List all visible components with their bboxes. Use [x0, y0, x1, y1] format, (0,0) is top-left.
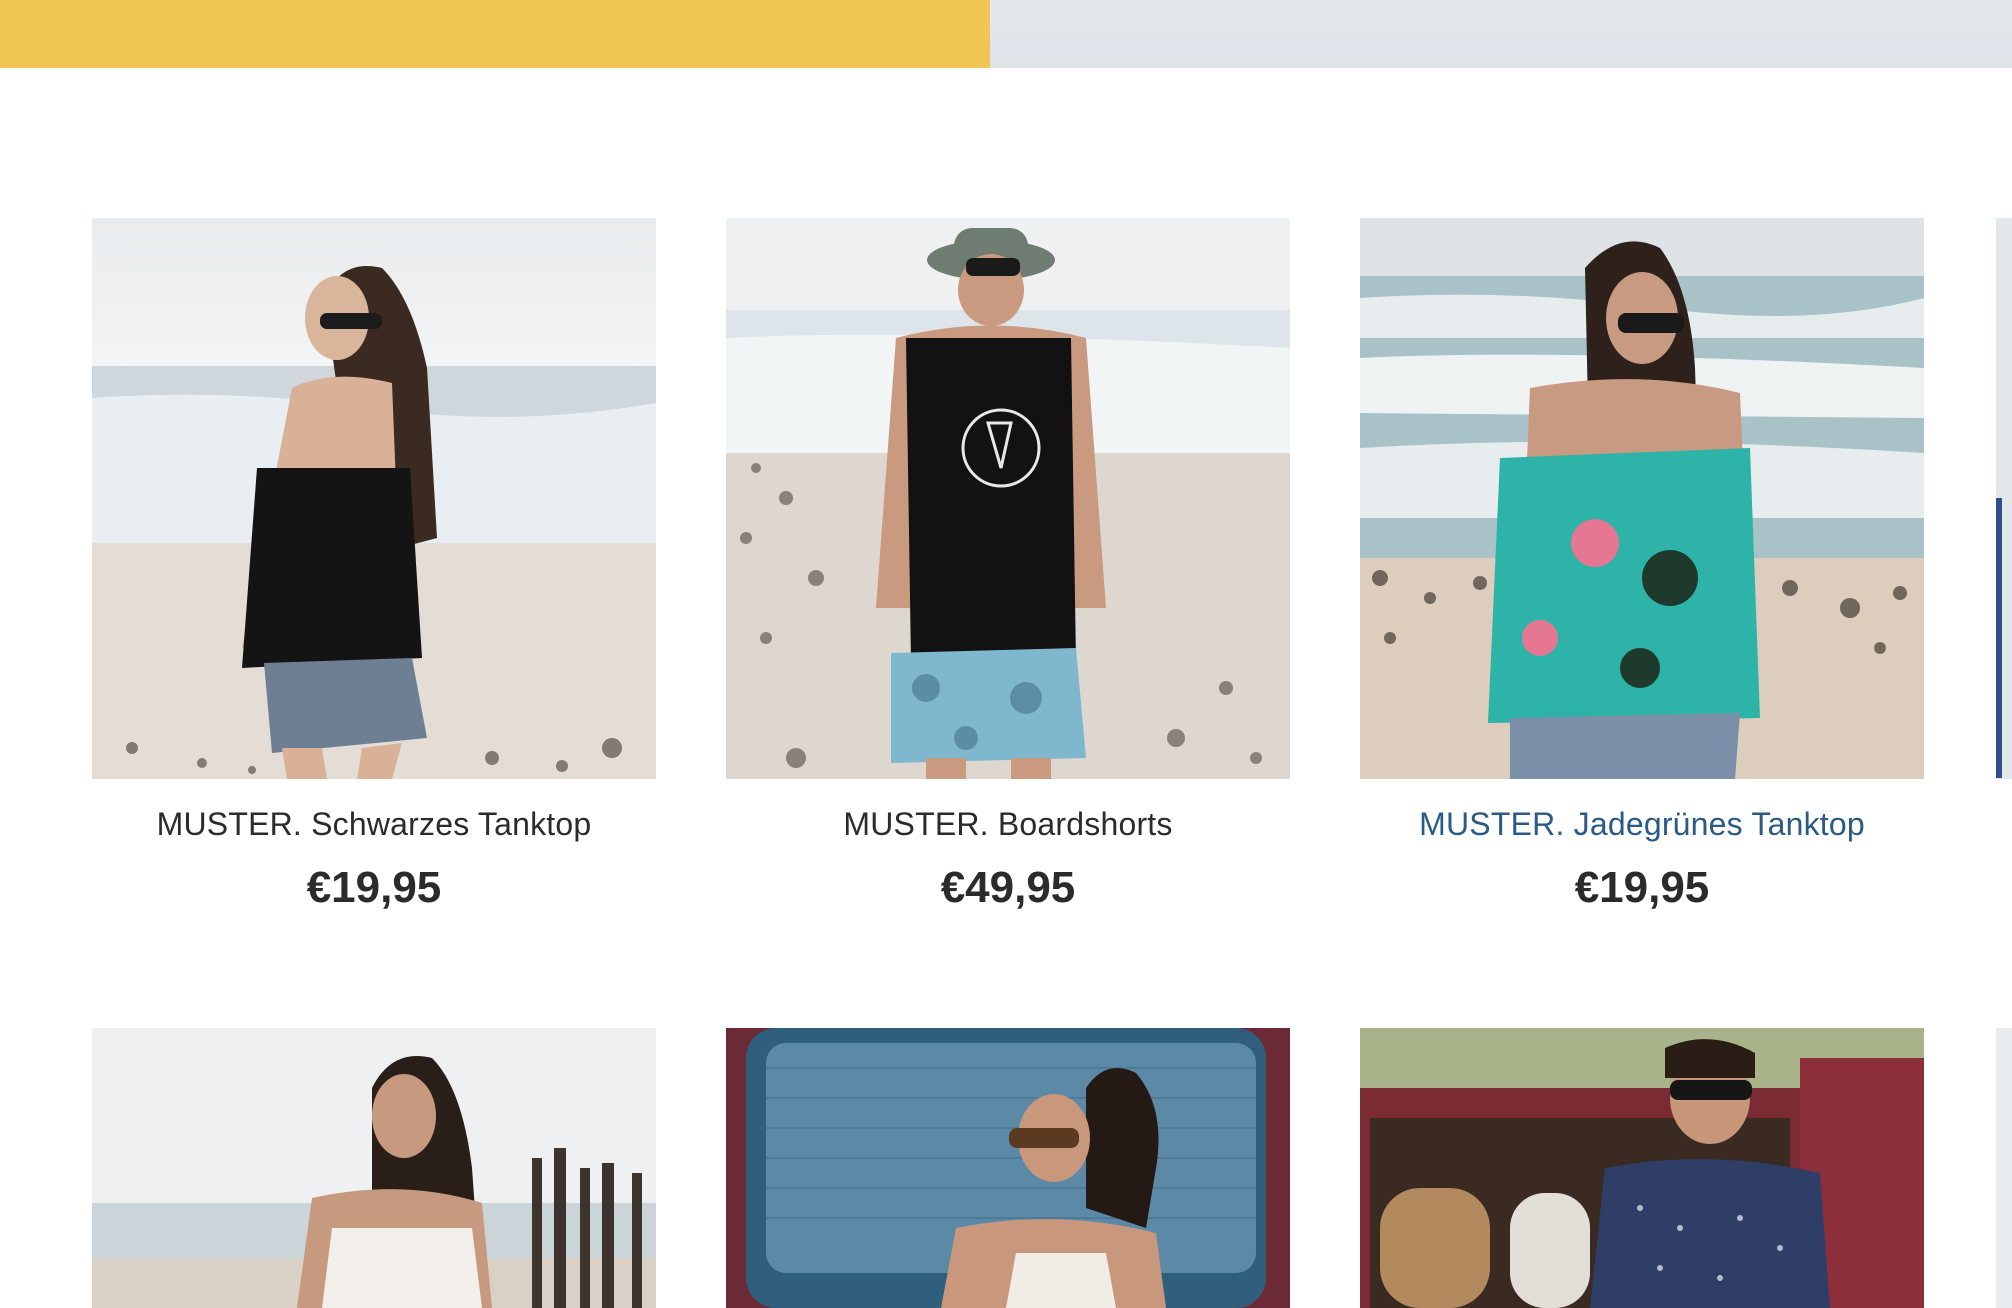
product-image[interactable]	[1360, 1028, 1924, 1308]
product-image-partial[interactable]	[1996, 1028, 2012, 1308]
product-image[interactable]	[92, 1028, 656, 1308]
product-image[interactable]	[92, 218, 656, 779]
product-image[interactable]	[1360, 218, 1924, 779]
product-title[interactable]: MUSTER. Boardshorts	[726, 806, 1290, 843]
product-title[interactable]: MUSTER. Schwarzes Tanktop	[92, 806, 656, 843]
banner-yellow-section[interactable]	[0, 0, 990, 68]
product-price: €19,95	[306, 863, 442, 912]
product-image[interactable]	[726, 1028, 1290, 1308]
top-banner	[0, 0, 2012, 68]
product-title[interactable]: MUSTER. Jadegrünes Tanktop	[1360, 806, 1924, 843]
banner-image-section[interactable]	[990, 0, 2012, 68]
product-price: €49,95	[940, 863, 1076, 912]
product-price: €19,95	[1574, 863, 1710, 912]
product-image[interactable]	[726, 218, 1290, 779]
product-image-partial[interactable]	[1996, 218, 2012, 779]
